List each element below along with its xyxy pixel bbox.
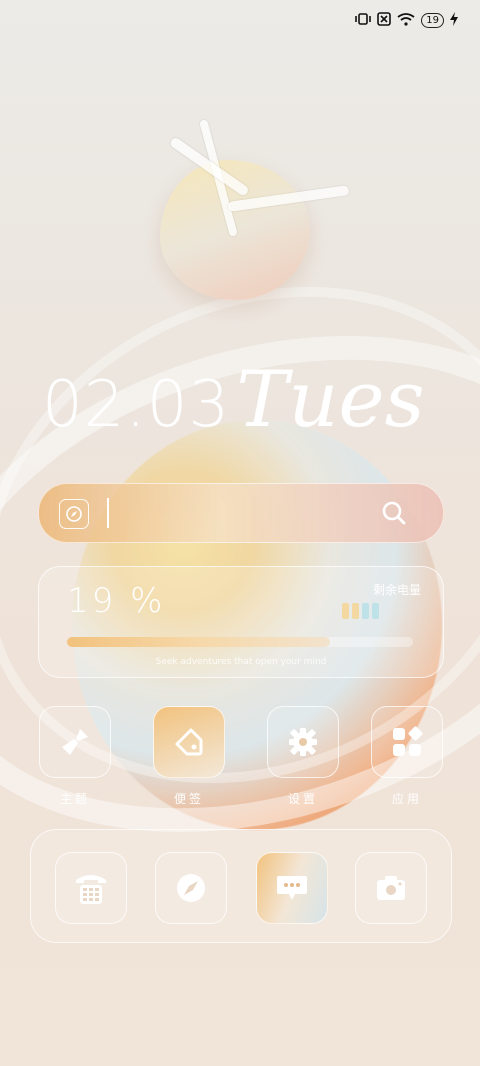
- no-sim-icon: [377, 12, 392, 29]
- app-apps-label: 应用: [391, 792, 422, 806]
- battery-bars-icon: [342, 603, 379, 619]
- date-widget: 02.03 Tues: [42, 360, 425, 440]
- app-theme-box[interactable]: [39, 706, 111, 778]
- battery-slogan: Seek adventures that open your mind: [155, 657, 327, 667]
- app-theme[interactable]: 主题: [39, 706, 111, 807]
- vibrate-icon: [355, 13, 372, 28]
- status-bar: 19: [355, 12, 458, 29]
- weekday-text: Tues: [236, 355, 425, 445]
- battery-icon: 19: [421, 13, 444, 28]
- phone-icon: [76, 875, 106, 904]
- dock-browser-button[interactable]: [155, 852, 227, 924]
- app-apps[interactable]: 应用: [371, 706, 443, 807]
- app-settings-label: 设置: [287, 792, 318, 806]
- app-notes-label: 便签: [173, 792, 204, 806]
- battery-bar: [372, 603, 379, 619]
- compass-icon: [177, 874, 205, 902]
- charging-icon: [450, 12, 458, 29]
- battery-bar: [342, 603, 349, 619]
- battery-progress-track: [67, 637, 413, 647]
- clock-widget[interactable]: [150, 110, 360, 310]
- battery-bar: [362, 603, 369, 619]
- gear-icon: [289, 728, 317, 756]
- dock-camera-button[interactable]: [355, 852, 427, 924]
- apps-grid-icon: [393, 726, 423, 756]
- search-bar[interactable]: [38, 483, 444, 543]
- battery-widget[interactable]: 19 % 剩余电量 Seek adventures that open your…: [38, 566, 444, 678]
- tag-icon: [175, 728, 203, 756]
- battery-label: 剩余电量: [372, 583, 421, 597]
- message-icon: [277, 876, 307, 900]
- brush-icon: [62, 729, 88, 755]
- battery-progress-fill: [67, 637, 330, 647]
- battery-bar: [352, 603, 359, 619]
- app-settings[interactable]: 设置: [267, 706, 339, 807]
- app-settings-box[interactable]: [267, 706, 339, 778]
- camera-icon: [377, 876, 405, 900]
- search-input[interactable]: [107, 498, 109, 528]
- date-number: 02.03: [42, 368, 231, 442]
- app-notes[interactable]: 便签: [153, 706, 225, 807]
- dock-messages-button[interactable]: [256, 852, 328, 924]
- app-notes-box[interactable]: [153, 706, 225, 778]
- app-theme-label: 主题: [59, 792, 90, 806]
- wifi-icon: [397, 12, 415, 29]
- search-icon[interactable]: [381, 500, 407, 530]
- battery-percent: 19 %: [67, 581, 166, 621]
- dock: [30, 829, 452, 943]
- app-apps-box[interactable]: [371, 706, 443, 778]
- dock-phone-button[interactable]: [55, 852, 127, 924]
- compass-icon[interactable]: [59, 499, 89, 529]
